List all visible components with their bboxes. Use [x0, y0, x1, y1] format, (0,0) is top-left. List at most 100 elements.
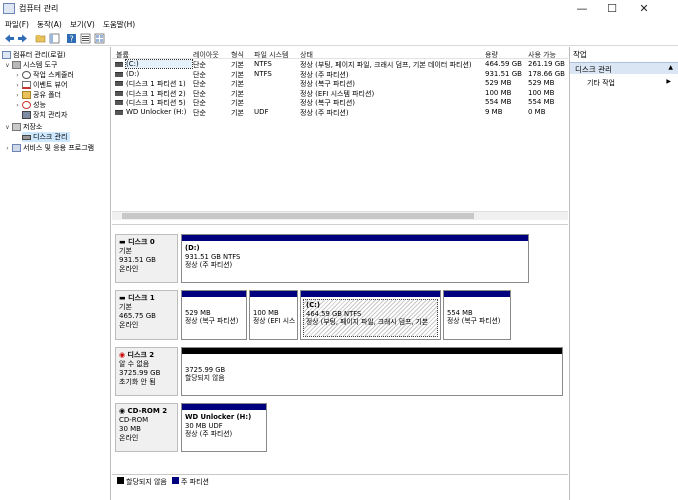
volume-capacity: 529 MB — [485, 79, 512, 87]
device-manager-icon — [22, 111, 31, 119]
volume-capacity: 9 MB — [485, 107, 503, 116]
volume-status: 정상 (EFI 시스템 파티션) — [300, 89, 375, 98]
legend-primary-label: 주 파티션 — [181, 478, 209, 486]
partition-status: 할당되지 않음 — [185, 374, 225, 382]
expand-icon[interactable]: › — [14, 92, 21, 99]
partition[interactable]: 529 MB 정상 (복구 파티션) — [181, 290, 247, 340]
tree-task-scheduler-label: 작업 스케줄러 — [33, 71, 74, 79]
partition-title — [447, 300, 507, 309]
legend-primary-swatch — [172, 477, 179, 484]
partition-unallocated[interactable]: 3725.99 GB 할당되지 않음 — [181, 347, 563, 396]
tree-event-viewer-label: 이벤트 뷰어 — [33, 81, 68, 89]
volume-layout: 단순 — [193, 70, 206, 79]
col-capacity[interactable]: 용량 — [485, 50, 498, 60]
scrollbar-thumb[interactable] — [122, 213, 474, 219]
col-status[interactable]: 상태 — [300, 50, 313, 60]
menu-view[interactable]: 보기(V) — [70, 19, 95, 30]
volume-row[interactable]: (C:) 단순 기본 NTFS 정상 (부팅, 페이지 파일, 크래시 덤프, 기본 데… — [112, 59, 568, 69]
col-volume[interactable]: 볼륨 — [116, 50, 129, 60]
partition-size: 30 MB UDF — [185, 421, 223, 430]
volume-row[interactable]: (D:) 단순 기본 NTFS 정상 (주 파티션) 931.51 GB 178.66 GB — [112, 70, 568, 79]
partition-size: 3725.99 GB — [185, 365, 226, 374]
tree-event-viewer[interactable]: › 이벤트 뷰어 — [14, 80, 67, 90]
disk-label[interactable]: ▬ 디스크 1 기본 465.75 GB 온라인 — [115, 290, 178, 340]
console-tree-icon[interactable] — [49, 33, 60, 44]
tree-system-tools[interactable]: ∨ 시스템 도구 — [4, 60, 57, 70]
volume-list: (C:) 단순 기본 NTFS 정상 (부팅, 페이지 파일, 크래시 덤프, 기본 데… — [112, 59, 568, 210]
collapse-icon[interactable]: ∨ — [4, 124, 11, 131]
partition[interactable]: (D:) 931.51 GB NTFS 정상 (주 파티션) — [181, 234, 529, 283]
disk-label[interactable]: ▬ 디스크 0 기본 931.51 GB 온라인 — [115, 234, 178, 283]
tree-performance[interactable]: › 성능 — [14, 100, 46, 110]
disk-label[interactable]: ◉ CD-ROM 2 CD-ROM 30 MB 온라인 — [115, 403, 178, 452]
disk-row: ◉ 디스크 2 알 수 없음 3725.99 GB 초기화 안 됨 3725.9… — [115, 347, 563, 396]
partition-status: 정상 (복구 파티션) — [447, 317, 501, 325]
col-layout[interactable]: 레이아웃 — [193, 50, 219, 60]
close-button[interactable]: ✕ — [630, 0, 658, 17]
horizontal-scrollbar[interactable] — [112, 211, 568, 220]
volume-row[interactable]: (디스크 1 파티션 2) 단순 기본 정상 (EFI 시스템 파티션) 100 MB 1… — [112, 89, 568, 98]
tree-shared-folders-label: 공유 폴더 — [33, 91, 61, 99]
volume-name: WD Unlocker (H:) — [126, 107, 187, 116]
partition-status: 정상 (주 파티션) — [185, 261, 233, 269]
tree-disk-management[interactable]: 디스크 관리 — [22, 132, 71, 142]
tools-icon — [12, 61, 21, 69]
minimize-button[interactable]: — — [568, 0, 596, 17]
disk-label[interactable]: ◉ 디스크 2 알 수 없음 3725.99 GB 초기화 안 됨 — [115, 347, 178, 396]
menu-help[interactable]: 도움말(H) — [103, 19, 135, 30]
col-type[interactable]: 형식 — [231, 50, 244, 60]
volume-row[interactable]: (디스크 1 파티션 5) 단순 기본 정상 (복구 파티션) 554 MB 554 MB — [112, 98, 568, 107]
tree-task-scheduler[interactable]: › 작업 스케줄러 — [14, 70, 74, 80]
tree-root-label: 컴퓨터 관리(로컬) — [13, 51, 66, 59]
collapse-icon[interactable]: ∨ — [4, 62, 11, 69]
actions-section-disk-management[interactable]: 디스크 관리 ▲ — [570, 62, 678, 74]
volume-icon — [115, 62, 123, 67]
partition-title — [253, 300, 294, 309]
disk-graphical-view: ▬ 디스크 0 기본 931.51 GB 온라인 (D:) 931.51 GB … — [112, 229, 568, 477]
help-icon[interactable]: ? — [66, 33, 77, 44]
col-filesystem[interactable]: 파일 시스템 — [254, 50, 288, 60]
partition-selected[interactable]: (C:) 464.59 GB NTFS 정상 (부팅, 페이지 파일, 크래시 … — [300, 290, 441, 340]
expand-icon[interactable]: › — [14, 72, 21, 79]
volume-status: 정상 (부팅, 페이지 파일, 크래시 덤프, 기본 데이터 파티션) — [300, 61, 472, 69]
partition-status: 정상 (EFI 시스 — [253, 317, 296, 325]
maximize-button[interactable]: ☐ — [598, 0, 626, 17]
partition-size: 529 MB — [185, 308, 211, 317]
volume-list-header: 볼륨 레이아웃 형식 파일 시스템 상태 용량 사용 가능 — [112, 49, 568, 59]
volume-free: 100 MB — [528, 88, 555, 97]
partition[interactable]: 554 MB 정상 (복구 파티션) — [443, 290, 511, 340]
tree-shared-folders[interactable]: › 공유 폴더 — [14, 90, 61, 100]
properties-icon[interactable] — [80, 33, 91, 44]
volume-filesystem: NTFS — [254, 69, 272, 78]
tree-root[interactable]: 컴퓨터 관리(로컬) — [2, 50, 66, 60]
back-icon[interactable] — [4, 33, 15, 44]
volume-filesystem: NTFS — [254, 60, 272, 68]
volume-name: (D:) — [126, 69, 140, 78]
menu-file[interactable]: 파일(F) — [5, 19, 29, 30]
volume-icon — [115, 81, 123, 86]
menu-action[interactable]: 동작(A) — [37, 19, 62, 30]
forward-icon[interactable] — [17, 33, 28, 44]
partition[interactable]: WD Unlocker (H:) 30 MB UDF 정상 (주 파티션) — [181, 403, 267, 452]
folder-up-icon[interactable] — [35, 33, 46, 44]
volume-row[interactable]: (디스크 1 파티션 1) 단순 기본 정상 (복구 파티션) 529 MB 529 MB — [112, 79, 568, 88]
tree-device-manager-label: 장치 관리자 — [33, 111, 68, 119]
more-actions-item[interactable]: 기타 작업 ▶ — [587, 78, 677, 88]
view-icon[interactable] — [94, 33, 105, 44]
tree-services[interactable]: › 서비스 및 응용 프로그램 — [4, 143, 94, 153]
legend-unallocated-label: 할당되지 않음 — [126, 478, 167, 486]
volume-layout: 단순 — [193, 80, 206, 88]
volume-status: 정상 (주 파티션) — [300, 70, 349, 79]
primary-partition-bar — [301, 291, 440, 297]
volume-row[interactable]: WD Unlocker (H:) 단순 기본 UDF 정상 (주 파티션) 9 MB 0 M… — [112, 108, 568, 117]
partition[interactable]: 100 MB 정상 (EFI 시스 — [249, 290, 298, 340]
toolbar: ? — [0, 31, 678, 46]
collapse-arrow-icon[interactable]: ▲ — [668, 64, 673, 71]
expand-icon[interactable]: › — [14, 102, 21, 109]
shared-folder-icon — [22, 91, 31, 99]
tree-storage[interactable]: ∨ 저장소 — [4, 122, 42, 132]
expand-icon[interactable]: › — [4, 145, 11, 152]
expand-icon[interactable]: › — [14, 82, 21, 89]
col-free[interactable]: 사용 가능 — [528, 50, 556, 60]
tree-device-manager[interactable]: 장치 관리자 — [22, 110, 67, 120]
